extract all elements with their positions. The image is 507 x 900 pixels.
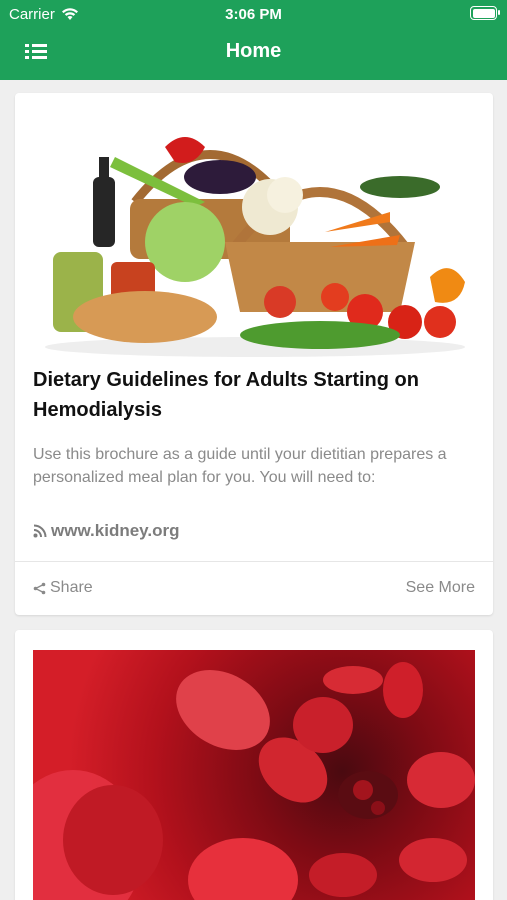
status-bar: Carrier 3:06 PM xyxy=(0,0,507,28)
share-icon xyxy=(33,582,46,594)
rss-icon xyxy=(33,524,47,538)
battery-icon xyxy=(470,6,500,20)
share-label: Share xyxy=(50,579,93,596)
source-url: www.kidney.org xyxy=(51,521,180,540)
article-card[interactable]: Dietary Guidelines for Adults Starting o… xyxy=(15,93,493,615)
see-more-button[interactable]: See More xyxy=(406,579,475,597)
vegetables-basket-photo xyxy=(35,107,475,359)
article-title[interactable]: Dietary Guidelines for Adults Starting o… xyxy=(33,365,473,425)
divider xyxy=(15,561,493,562)
app-header: Carrier 3:06 PM Home xyxy=(0,0,507,80)
clock: 3:06 PM xyxy=(225,6,282,23)
page-title: Home xyxy=(225,40,282,62)
article-description: Use this brochure as a guide until your … xyxy=(33,446,447,486)
article-source[interactable]: www.kidney.org xyxy=(33,521,179,541)
red-blood-cells-photo xyxy=(33,650,475,900)
article-card[interactable] xyxy=(15,630,493,900)
share-button[interactable]: Share xyxy=(33,579,93,597)
